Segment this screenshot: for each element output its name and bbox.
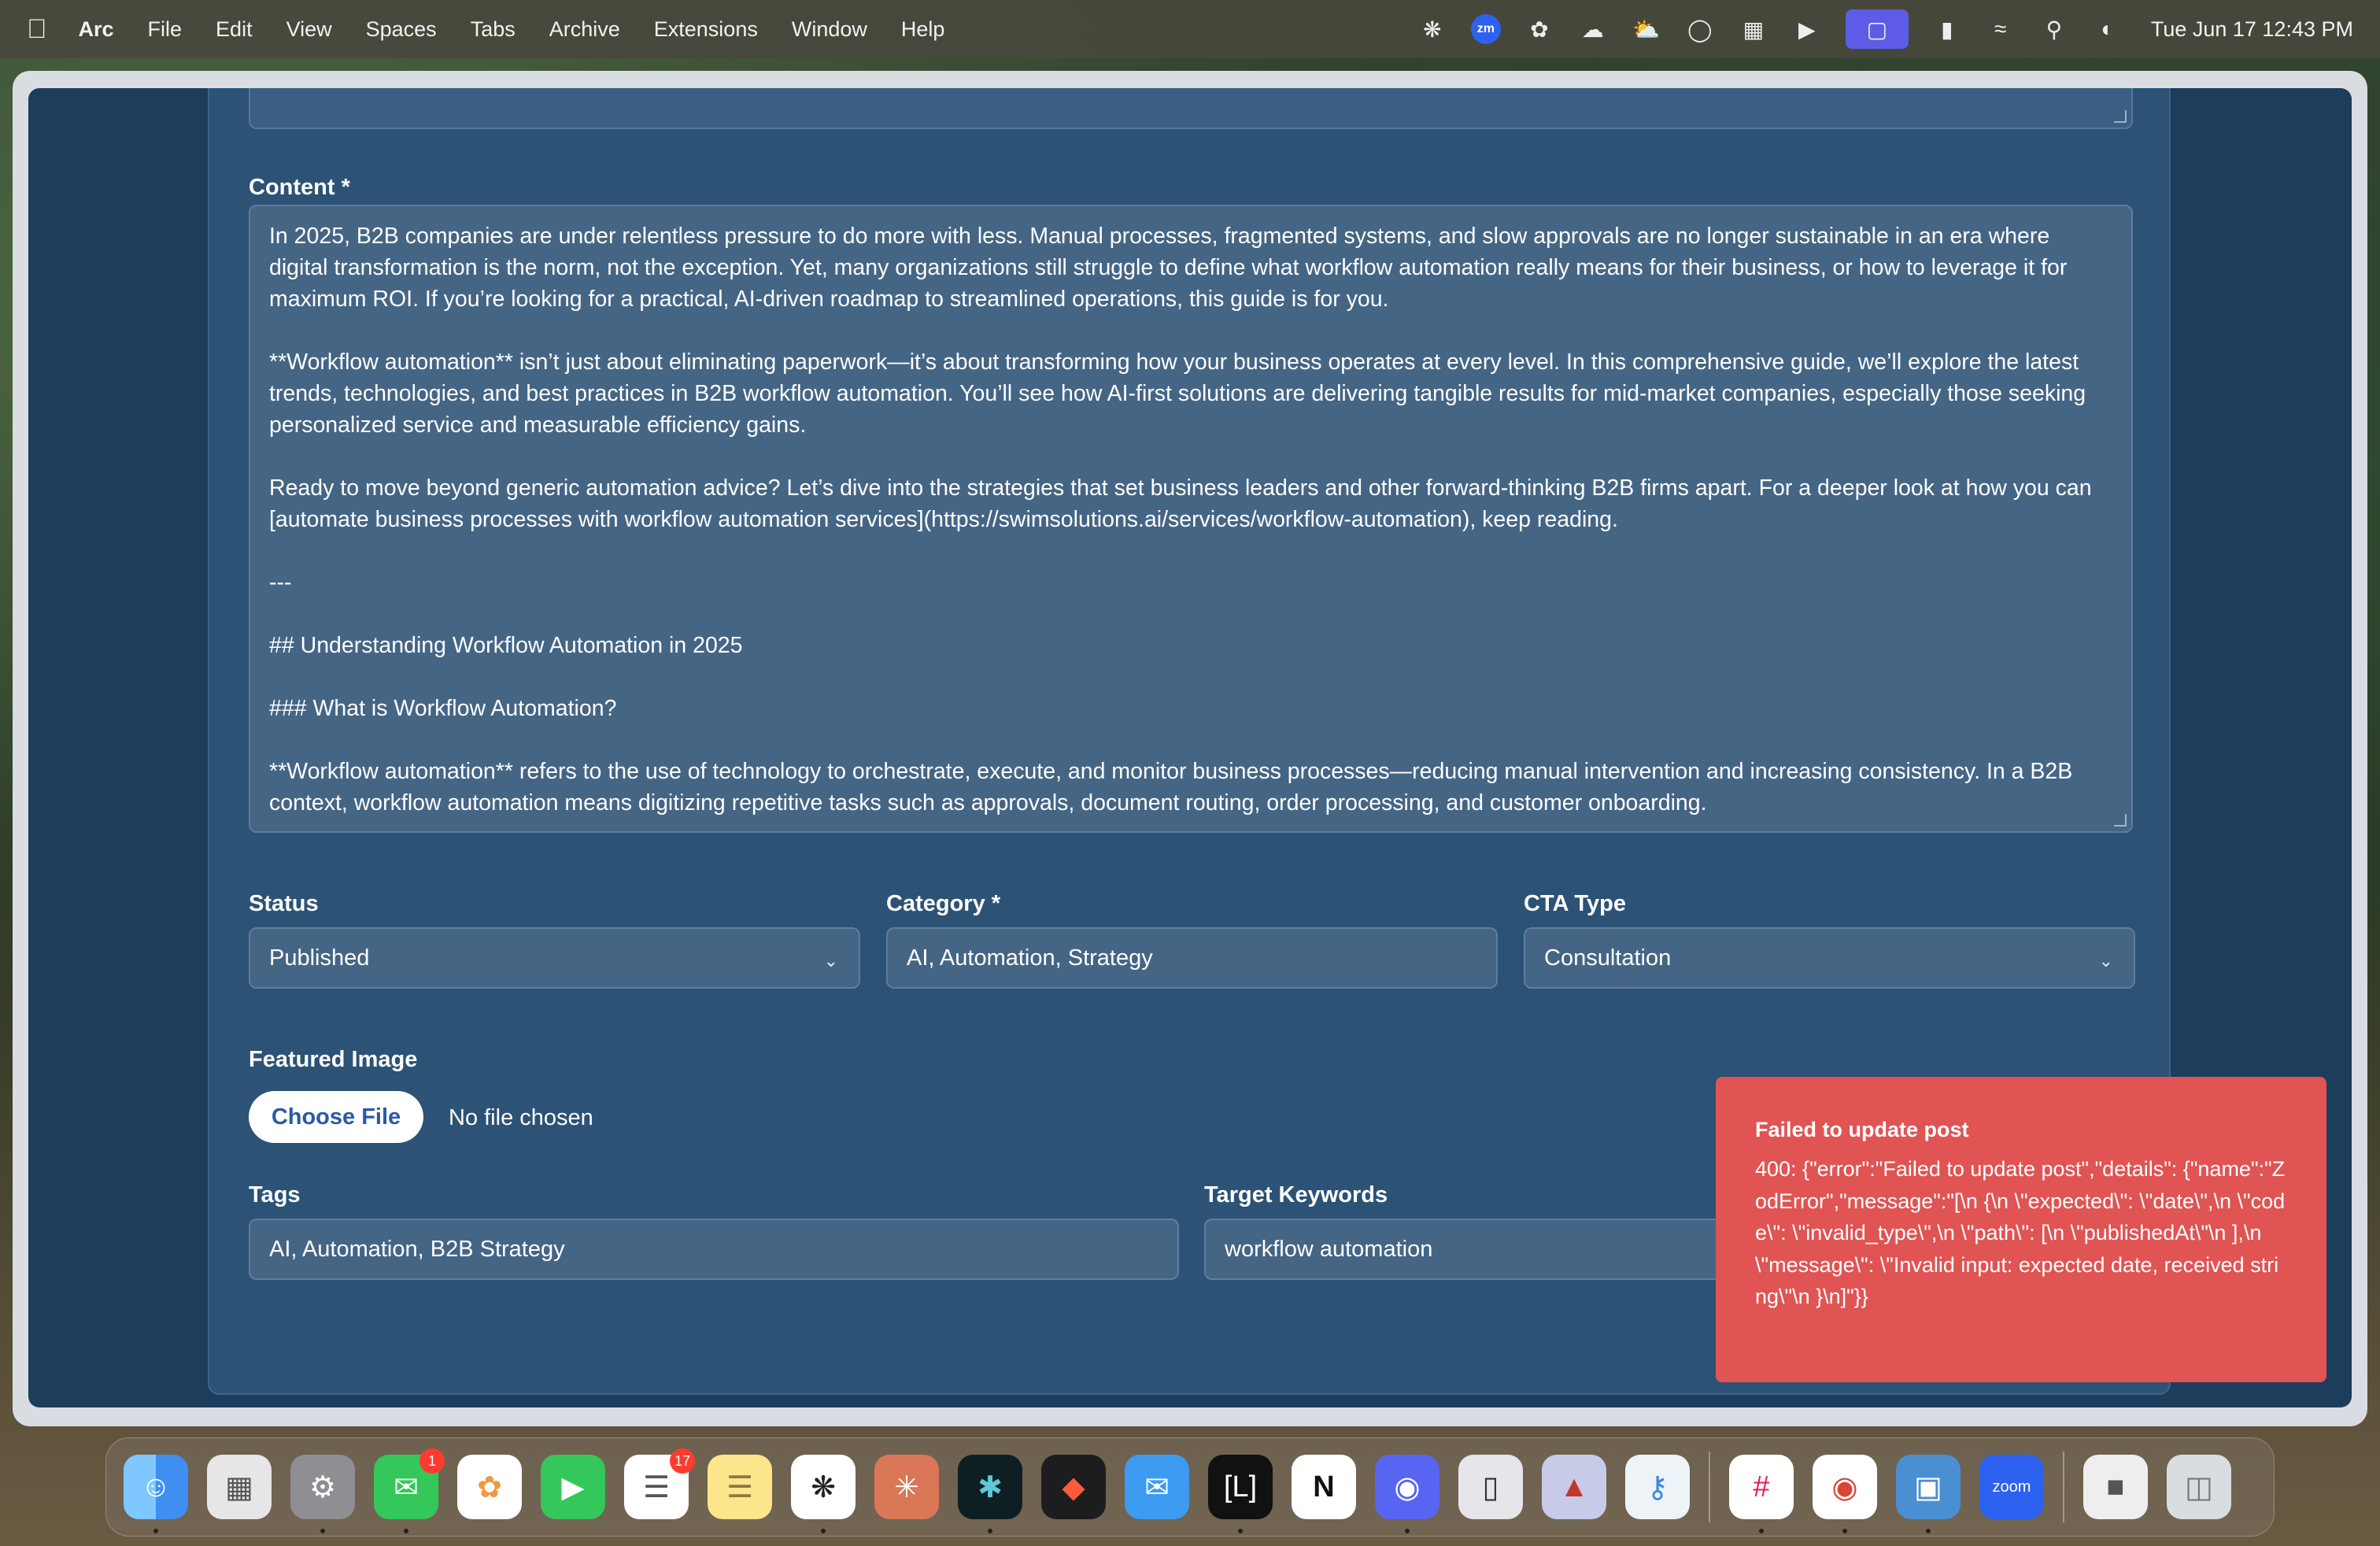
cloud-sync-icon[interactable]: ⛅ bbox=[1632, 14, 1661, 44]
archive-utility-icon[interactable]: ■ bbox=[2083, 1455, 2148, 1519]
error-toast[interactable]: Failed to update post 400: {"error":"Fai… bbox=[1716, 1077, 2326, 1382]
facetime-icon[interactable]: ▶ bbox=[541, 1455, 605, 1519]
content-paragraph: **Workflow automation** refers to the us… bbox=[269, 759, 2073, 816]
discord-icon[interactable]: ◉ bbox=[1375, 1455, 1439, 1533]
battery-icon[interactable]: ▮ bbox=[1932, 14, 1962, 44]
raycast-icon[interactable]: ◆ bbox=[1041, 1455, 1106, 1519]
tags-value: AI, Automation, B2B Strategy bbox=[269, 1236, 565, 1262]
cta-type-label: CTA Type bbox=[1524, 891, 1626, 916]
status-value: Published bbox=[269, 945, 370, 971]
chevron-down-icon: ⌄ bbox=[2098, 951, 2113, 971]
tags-label: Tags bbox=[249, 1182, 301, 1208]
category-value: AI, Automation, Strategy bbox=[907, 945, 1153, 971]
featured-image-label: Featured Image bbox=[249, 1047, 418, 1072]
dock-separator bbox=[1709, 1452, 1710, 1522]
status-select[interactable]: Published ⌄ bbox=[249, 927, 860, 989]
linear-icon[interactable]: [L] bbox=[1208, 1455, 1273, 1533]
menu-extensions[interactable]: Extensions bbox=[654, 17, 758, 42]
notes-icon[interactable]: ☰ bbox=[708, 1455, 772, 1519]
reminders-badge: 17 bbox=[669, 1448, 695, 1474]
iphone-mirroring-icon[interactable]: ▯ bbox=[1458, 1455, 1523, 1519]
control-center-icon[interactable]: ◐ bbox=[2093, 14, 2123, 44]
grid-icon[interactable]: ▦ bbox=[1739, 14, 1768, 44]
menu-window[interactable]: Window bbox=[792, 17, 867, 42]
menu-archive[interactable]: Archive bbox=[549, 17, 620, 42]
system-settings-icon[interactable]: ⚙ bbox=[290, 1455, 355, 1533]
menu-file[interactable]: File bbox=[148, 17, 183, 42]
spinner-icon[interactable]: ◯ bbox=[1685, 14, 1715, 44]
resize-handle[interactable] bbox=[2114, 110, 2127, 123]
apple-menu-icon[interactable]:  bbox=[27, 14, 47, 45]
toast-title: Failed to update post bbox=[1755, 1118, 1969, 1141]
menu-help[interactable]: Help bbox=[901, 17, 945, 42]
menu-tabs[interactable]: Tabs bbox=[471, 17, 516, 42]
content-paragraph: Ready to move beyond generic automation … bbox=[269, 475, 2092, 532]
choose-file-button[interactable]: Choose File bbox=[249, 1091, 423, 1143]
wifi-icon[interactable]: ≈ bbox=[1986, 14, 2016, 44]
dock: ☺ ▦ ⚙ ✉ 1 ✿ ▶ ☰ 17 ☰ ❋ ✳ ✱ ◆ ✉ [L] N ◉ ▯ ▲… bbox=[105, 1437, 2275, 1537]
zoom-icon[interactable]: zoom bbox=[1979, 1455, 2044, 1519]
trash-icon[interactable]: ◫ bbox=[2167, 1455, 2231, 1519]
affinity-icon[interactable]: ▲ bbox=[1542, 1455, 1606, 1519]
slack-icon[interactable]: # bbox=[1729, 1455, 1794, 1533]
content-paragraph: ## Understanding Workflow Automation in … bbox=[269, 633, 743, 658]
screen-icon[interactable]: ▣ bbox=[1896, 1455, 1961, 1533]
messages-badge: 1 bbox=[419, 1448, 445, 1474]
excerpt-textarea[interactable] bbox=[249, 88, 2133, 129]
dock-separator bbox=[2063, 1452, 2064, 1522]
reminders-icon[interactable]: ☰ 17 bbox=[624, 1448, 695, 1519]
menu-view[interactable]: View bbox=[286, 17, 332, 42]
content-paragraph: In 2025, B2B companies are under relentl… bbox=[269, 224, 2068, 312]
toast-message: 400: {"error":"Failed to update post","d… bbox=[1755, 1157, 2286, 1308]
resize-handle[interactable] bbox=[2114, 814, 2127, 827]
target-keywords-label: Target Keywords bbox=[1204, 1182, 1388, 1208]
launchpad-icon[interactable]: ▦ bbox=[207, 1455, 272, 1519]
perplexity-icon[interactable]: ✱ bbox=[958, 1455, 1022, 1533]
messages-icon[interactable]: ✉ 1 bbox=[374, 1448, 445, 1533]
content-paragraph: **Workflow automation** isn’t just about… bbox=[269, 350, 2086, 438]
content-label: Content * bbox=[249, 175, 350, 200]
menu-app-name[interactable]: Arc bbox=[79, 17, 114, 42]
finder-icon[interactable]: ☺ bbox=[124, 1455, 188, 1533]
passwords-icon[interactable]: ⚷ bbox=[1625, 1455, 1690, 1519]
category-input[interactable]: AI, Automation, Strategy bbox=[886, 927, 1498, 989]
claude-icon[interactable]: ✳ bbox=[874, 1455, 939, 1519]
menu-edit[interactable]: Edit bbox=[216, 17, 253, 42]
content-paragraph: ### What is Workflow Automation? bbox=[269, 696, 617, 721]
play-icon[interactable]: ▶ bbox=[1792, 14, 1822, 44]
content-textarea[interactable]: In 2025, B2B companies are under relentl… bbox=[249, 205, 2133, 833]
cta-type-select[interactable]: Consultation ⌄ bbox=[1524, 927, 2135, 989]
content-paragraph: --- bbox=[269, 570, 292, 595]
chrome-icon[interactable]: ◉ bbox=[1813, 1455, 1877, 1533]
menu-clock[interactable]: Tue Jun 17 12:43 PM bbox=[2151, 17, 2353, 42]
chevron-down-icon: ⌄ bbox=[823, 951, 838, 971]
menu-bar:  Arc File Edit View Spaces Tabs Archive… bbox=[0, 0, 2380, 58]
no-file-text: No file chosen bbox=[449, 1105, 593, 1130]
perplexity-status-icon[interactable]: ❋ bbox=[1417, 14, 1447, 44]
zoom-status-icon[interactable]: zm bbox=[1470, 14, 1501, 44]
search-icon[interactable]: ⚲ bbox=[2039, 14, 2069, 44]
category-label: Category * bbox=[886, 891, 1001, 916]
screen-mirroring-icon[interactable]: ▢ bbox=[1845, 9, 1909, 49]
status-label: Status bbox=[249, 891, 319, 916]
photos-icon[interactable]: ✿ bbox=[457, 1455, 522, 1519]
menu-spaces[interactable]: Spaces bbox=[366, 17, 437, 42]
tags-input[interactable]: AI, Automation, B2B Strategy bbox=[249, 1219, 1179, 1280]
chatgpt-status-icon[interactable]: ✿ bbox=[1524, 14, 1554, 44]
cta-type-value: Consultation bbox=[1544, 945, 1672, 971]
cloud-icon[interactable]: ☁ bbox=[1578, 14, 1608, 44]
status-icons: ❋ zm ✿ ☁ ⛅ ◯ ▦ ▶ ▢ ▮ ≈ ⚲ ◐ Tue Jun 17 12… bbox=[1417, 9, 2353, 49]
airmail-icon[interactable]: ✉ bbox=[1125, 1455, 1189, 1519]
target-keywords-value: workflow automation bbox=[1225, 1236, 1433, 1262]
chatgpt-icon[interactable]: ❋ bbox=[791, 1455, 856, 1533]
notion-icon[interactable]: N bbox=[1292, 1455, 1356, 1519]
